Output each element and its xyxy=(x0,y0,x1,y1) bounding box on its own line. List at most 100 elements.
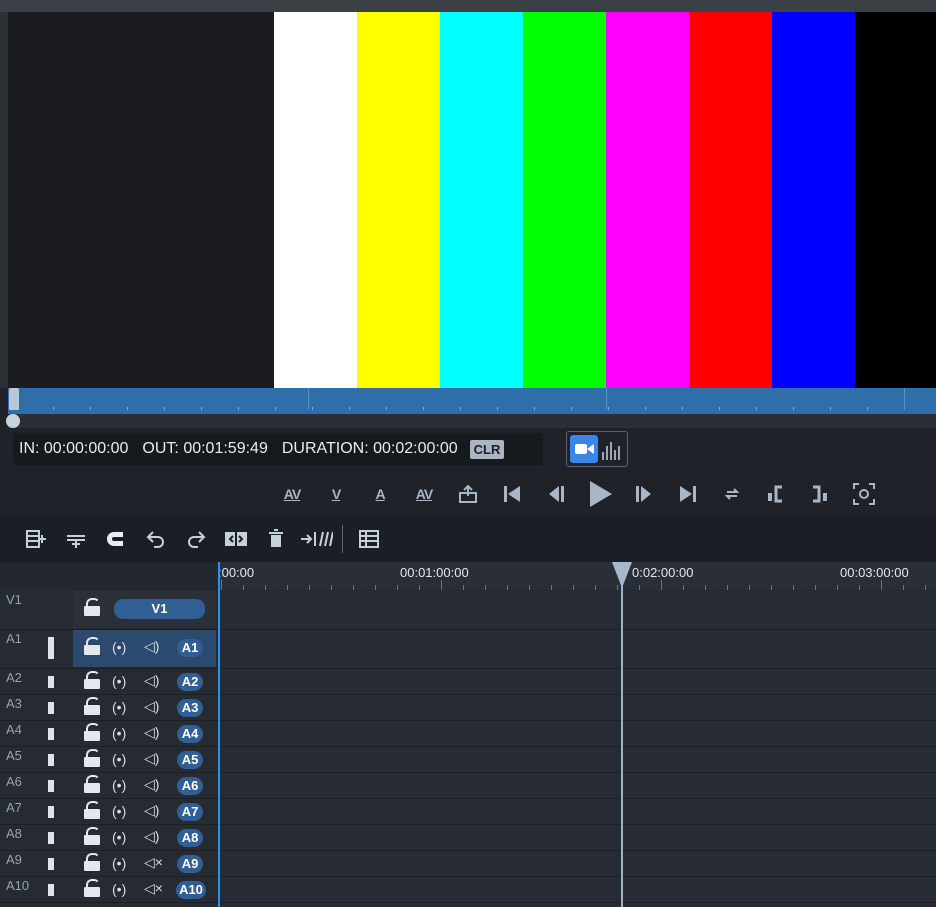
track-target-pill[interactable]: A7 xyxy=(177,803,203,821)
track-target-pill[interactable]: A10 xyxy=(176,881,206,899)
ripple-trim-icon[interactable] xyxy=(296,522,336,556)
split-clip-icon[interactable] xyxy=(216,522,256,556)
lock-icon[interactable] xyxy=(84,637,100,655)
timeline-track[interactable] xyxy=(218,746,936,773)
timeline-track[interactable] xyxy=(218,590,936,630)
color-bar xyxy=(357,12,440,388)
lock-icon[interactable] xyxy=(84,827,100,845)
insert-av-button[interactable]: AV xyxy=(270,475,314,513)
color-bar xyxy=(440,12,523,388)
scrub-tick xyxy=(571,407,572,410)
ruler-tick xyxy=(221,580,222,590)
go-to-end-icon[interactable] xyxy=(666,475,710,513)
speaker-icon[interactable]: ◁) xyxy=(144,698,159,715)
loop-icon[interactable] xyxy=(710,475,754,513)
lock-icon[interactable] xyxy=(84,598,100,616)
timeline-ruler[interactable]: :00:00 00:01:00:00 0:02:00:00 00:03:00:0… xyxy=(218,562,936,591)
clear-button[interactable]: CLR xyxy=(469,439,505,459)
timeline-track[interactable] xyxy=(218,772,936,799)
audio-waveform-icon[interactable] xyxy=(602,440,624,460)
timeline-track[interactable] xyxy=(218,720,936,747)
add-marker-icon[interactable] xyxy=(16,522,56,556)
insert-audio-button[interactable]: A xyxy=(358,475,402,513)
redo-icon[interactable] xyxy=(176,522,216,556)
lock-icon[interactable] xyxy=(84,853,100,871)
track-header-a6: A6 (•) ◁) A6 xyxy=(0,772,218,799)
lock-icon[interactable] xyxy=(84,671,100,689)
play-icon[interactable] xyxy=(578,475,622,513)
record-arm-icon[interactable]: (•) xyxy=(112,639,126,655)
snapshot-icon[interactable] xyxy=(842,475,886,513)
speaker-icon[interactable]: ◁) xyxy=(144,776,159,793)
timeline-tracks[interactable] xyxy=(218,590,936,907)
playhead-line[interactable] xyxy=(621,562,623,907)
record-arm-icon[interactable]: (•) xyxy=(112,751,126,767)
track-target-pill[interactable]: A9 xyxy=(177,855,203,873)
playhead-handle[interactable] xyxy=(612,562,632,588)
lock-icon[interactable] xyxy=(84,723,100,741)
monitor-mode-toggle[interactable] xyxy=(566,431,628,467)
speaker-icon[interactable]: ◁) xyxy=(144,750,159,767)
video-camera-icon[interactable] xyxy=(570,435,598,463)
undo-icon[interactable] xyxy=(136,522,176,556)
scrub-major-tick xyxy=(606,388,607,410)
track-target-pill[interactable]: A8 xyxy=(177,829,203,847)
speaker-muted-icon[interactable]: ◁× xyxy=(144,854,163,871)
speaker-muted-icon[interactable]: ◁× xyxy=(144,880,163,897)
ruler-tick xyxy=(661,580,662,590)
record-arm-icon[interactable]: (•) xyxy=(112,803,126,819)
speaker-icon[interactable]: ◁) xyxy=(144,672,159,689)
track-target-pill[interactable]: A3 xyxy=(177,699,203,717)
mark-out-icon[interactable] xyxy=(798,475,842,513)
record-arm-icon[interactable]: (•) xyxy=(112,673,126,689)
track-target-pill[interactable]: A5 xyxy=(177,751,203,769)
scrub-knob[interactable] xyxy=(6,414,20,428)
program-viewer[interactable] xyxy=(8,12,936,388)
record-arm-icon[interactable]: (•) xyxy=(112,855,126,871)
track-list-icon[interactable] xyxy=(349,522,389,556)
step-forward-icon[interactable] xyxy=(622,475,666,513)
audio-level-meter xyxy=(48,832,54,844)
magnet-snap-icon[interactable] xyxy=(96,522,136,556)
scrub-tick xyxy=(53,407,54,410)
scrub-handle[interactable] xyxy=(9,388,19,410)
lock-icon[interactable] xyxy=(84,801,100,819)
lock-icon[interactable] xyxy=(84,775,100,793)
record-arm-icon[interactable]: (•) xyxy=(112,725,126,741)
speaker-icon[interactable]: ◁) xyxy=(144,638,159,655)
insert-track-icon[interactable] xyxy=(56,522,96,556)
lock-icon[interactable] xyxy=(84,879,100,897)
track-header-a5: A5 (•) ◁) A5 xyxy=(0,746,218,773)
track-target-pill[interactable]: A4 xyxy=(177,725,203,743)
speaker-icon[interactable]: ◁) xyxy=(144,724,159,741)
mark-in-icon[interactable] xyxy=(754,475,798,513)
record-arm-icon[interactable]: (•) xyxy=(112,881,126,897)
lock-icon[interactable] xyxy=(84,697,100,715)
audio-level-meter xyxy=(48,702,54,714)
speaker-icon[interactable]: ◁) xyxy=(144,828,159,845)
timeline-track[interactable] xyxy=(218,694,936,721)
lift-icon[interactable] xyxy=(446,475,490,513)
record-arm-icon[interactable]: (•) xyxy=(112,829,126,845)
timeline-track[interactable] xyxy=(218,629,936,669)
delete-icon[interactable] xyxy=(256,522,296,556)
record-arm-icon[interactable]: (•) xyxy=(112,777,126,793)
step-back-icon[interactable] xyxy=(534,475,578,513)
lock-icon[interactable] xyxy=(84,749,100,767)
speaker-icon[interactable]: ◁) xyxy=(144,802,159,819)
timeline-track[interactable] xyxy=(218,668,936,695)
insert-video-button[interactable]: V xyxy=(314,475,358,513)
track-target-pill[interactable]: A6 xyxy=(177,777,203,795)
track-target-pill[interactable]: A2 xyxy=(177,673,203,691)
timeline-track[interactable] xyxy=(218,850,936,877)
timeline-track[interactable] xyxy=(218,824,936,851)
go-to-start-icon[interactable] xyxy=(490,475,534,513)
scrub-bar[interactable] xyxy=(8,388,936,414)
track-target-pill[interactable]: V1 xyxy=(114,599,205,619)
timeline-track[interactable] xyxy=(218,876,936,903)
record-arm-icon[interactable]: (•) xyxy=(112,699,126,715)
timeline-track[interactable] xyxy=(218,798,936,825)
track-target-pill[interactable]: A1 xyxy=(177,639,203,657)
overwrite-av-button[interactable]: AV xyxy=(402,475,446,513)
audio-level-meter xyxy=(48,858,54,870)
